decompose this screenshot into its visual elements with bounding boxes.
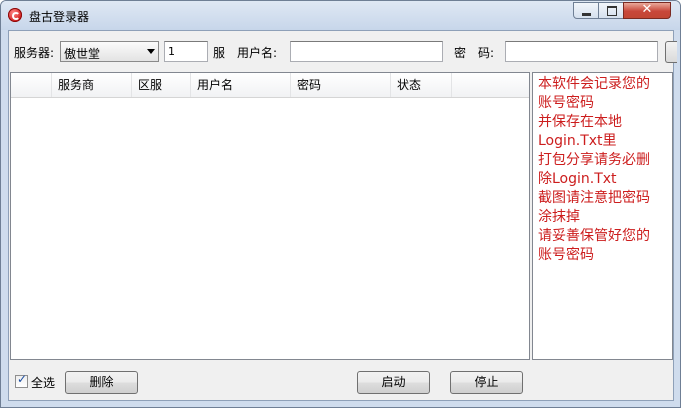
notice-panel: 本软件会记录您的 账号密码 并保存在本地 Login.Txt里 打包分享请务必删… [532, 72, 673, 360]
maximize-icon [607, 6, 617, 16]
server-select-value: 傲世堂 [64, 47, 101, 61]
app-window: 盘古登录器 ✕ 服务器: 傲世堂 1 服 用户名: 密 码: 服务商 区服 用户… [0, 0, 681, 408]
username-label: 用户名: [237, 46, 278, 60]
notice-line: 账号密码 [538, 247, 594, 263]
notice-line: 截图请注意把密码 [538, 190, 650, 206]
notice-line: 并保存在本地 [538, 114, 622, 130]
select-all-checkbox[interactable]: ✓ [15, 372, 28, 388]
title-bar[interactable]: 盘古登录器 ✕ [1, 1, 680, 30]
notice-line: 除Login.Txt [538, 171, 617, 187]
password-label: 密 码: [454, 46, 495, 60]
notice-line: 请妥善保管好您的 [538, 228, 650, 244]
start-button[interactable]: 启动 [357, 371, 430, 394]
column-header-status[interactable]: 状态 [391, 73, 452, 97]
column-header-provider[interactable]: 服务商 [52, 73, 132, 97]
column-header-zone[interactable]: 区服 [132, 73, 191, 97]
server-select[interactable]: 傲世堂 [60, 41, 159, 62]
window-title: 盘古登录器 [29, 10, 90, 24]
delete-button[interactable]: 删除 [65, 371, 138, 394]
notice-line: 打包分享请务必删 [538, 152, 650, 168]
add-account-button[interactable] [665, 41, 677, 63]
zone-input-value: 1 [168, 45, 175, 58]
notice-line: 涂抹掉 [538, 209, 580, 225]
password-input[interactable] [505, 41, 658, 62]
close-icon: ✕ [641, 2, 653, 17]
select-all-label[interactable]: 全选 [31, 374, 55, 391]
table-header: 服务商 区服 用户名 密码 状态 [11, 73, 529, 98]
username-input[interactable] [290, 41, 443, 62]
column-header-username[interactable]: 用户名 [191, 73, 291, 97]
client-area: 服务器: 傲世堂 1 服 用户名: 密 码: 服务商 区服 用户名 密码 状态 [8, 30, 677, 401]
column-header-password[interactable]: 密码 [291, 73, 391, 97]
maximize-button[interactable] [598, 2, 624, 19]
app-logo-icon [8, 8, 22, 22]
account-table[interactable]: 服务商 区服 用户名 密码 状态 [10, 72, 530, 360]
zone-suffix-label: 服 [213, 46, 226, 60]
close-button[interactable]: ✕ [623, 2, 671, 19]
minimize-icon [582, 13, 591, 16]
zone-input[interactable]: 1 [164, 41, 208, 62]
notice-line: Login.Txt里 [538, 133, 617, 149]
server-label: 服务器: [14, 46, 55, 60]
notice-line: 账号密码 [538, 95, 594, 111]
column-header-index[interactable] [11, 73, 52, 97]
stop-button[interactable]: 停止 [450, 371, 523, 394]
chevron-down-icon [147, 49, 155, 54]
minimize-button[interactable] [573, 2, 599, 19]
notice-line: 本软件会记录您的 [538, 76, 650, 92]
checkmark-icon: ✓ [17, 372, 28, 386]
